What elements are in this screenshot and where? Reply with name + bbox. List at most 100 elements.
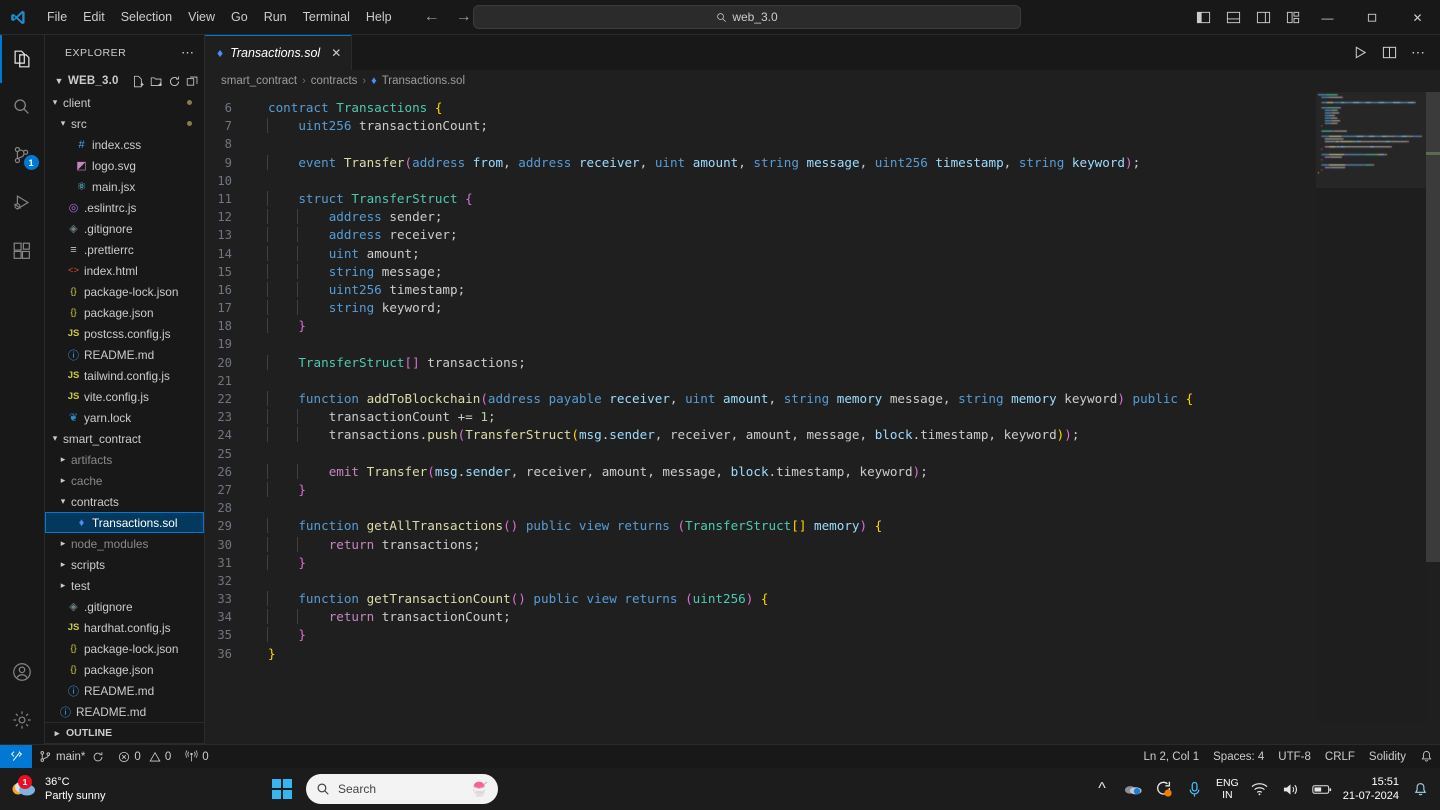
activitybar-item-extensions[interactable] bbox=[0, 227, 45, 275]
search-icon bbox=[14, 99, 29, 114]
tree-item-scripts[interactable]: ▸ scripts bbox=[45, 554, 204, 575]
tree-item-index-css[interactable]: # index.css bbox=[45, 134, 204, 155]
close-button[interactable]: ✕ bbox=[1395, 0, 1440, 35]
menu-selection[interactable]: Selection bbox=[113, 6, 180, 28]
tree-item-client[interactable]: ▾ client bbox=[45, 92, 204, 113]
minimize-button[interactable]: — bbox=[1305, 0, 1350, 35]
editor-scrollbar[interactable] bbox=[1426, 92, 1440, 722]
status-language-mode[interactable]: Solidity bbox=[1362, 745, 1413, 769]
status-branch[interactable]: main* bbox=[32, 745, 111, 769]
command-center-search[interactable]: web_3.0 bbox=[473, 5, 1021, 29]
status-ports[interactable]: 0 bbox=[178, 745, 215, 769]
menu-edit[interactable]: Edit bbox=[75, 6, 113, 28]
tree-item-gitignore[interactable]: ◈ .gitignore bbox=[45, 596, 204, 617]
new-file-icon[interactable] bbox=[132, 75, 145, 88]
wifi-icon[interactable] bbox=[1250, 782, 1270, 796]
tree-item-package-lock-json[interactable]: {} package-lock.json bbox=[45, 281, 204, 302]
language-indicator[interactable]: ENG IN bbox=[1216, 777, 1239, 801]
tree-item-index-html[interactable]: <> index.html bbox=[45, 260, 204, 281]
status-eol[interactable]: CRLF bbox=[1318, 745, 1362, 769]
breadcrumb-item-smart-contract[interactable]: smart_contract bbox=[221, 75, 297, 87]
menu-terminal[interactable]: Terminal bbox=[295, 6, 358, 28]
toggle-panel-icon[interactable] bbox=[1222, 7, 1244, 29]
toggle-primary-sidebar-icon[interactable] bbox=[1192, 7, 1214, 29]
maximize-button[interactable] bbox=[1350, 0, 1395, 35]
remote-window-icon[interactable] bbox=[0, 744, 32, 769]
line-number: 27 bbox=[217, 482, 232, 497]
activitybar-item-explorer[interactable] bbox=[0, 35, 45, 83]
tree-item-smart-contract[interactable]: ▾ smart_contract bbox=[45, 428, 204, 449]
run-code-icon[interactable] bbox=[1353, 45, 1368, 60]
tree-item-logo-svg[interactable]: ◩ logo.svg bbox=[45, 155, 204, 176]
onedrive-icon[interactable] bbox=[1123, 782, 1143, 796]
sidebar-panel-outline[interactable]: ▸ OUTLINE bbox=[45, 722, 204, 743]
status-indentation[interactable]: Spaces: 4 bbox=[1206, 745, 1271, 769]
menu-go[interactable]: Go bbox=[223, 6, 256, 28]
forward-arrow-icon[interactable]: → bbox=[456, 9, 472, 25]
split-editor-icon[interactable] bbox=[1382, 45, 1397, 60]
menu-file[interactable]: File bbox=[39, 6, 75, 28]
activitybar-item-source-control[interactable]: 1 bbox=[0, 131, 45, 179]
tree-item-prettierrc[interactable]: ≡ .prettierrc bbox=[45, 239, 204, 260]
workspace-root-row[interactable]: ▼ WEB_3.0 bbox=[45, 70, 204, 92]
minimap-slider[interactable] bbox=[1316, 92, 1426, 188]
activitybar-item-run-and-debug[interactable] bbox=[0, 179, 45, 227]
tree-item-test[interactable]: ▸ test bbox=[45, 575, 204, 596]
tree-item-tailwind-config-js[interactable]: JS tailwind.config.js bbox=[45, 365, 204, 386]
taskbar-search-box[interactable]: Search 🍧 bbox=[306, 774, 498, 804]
status-notifications[interactable] bbox=[1413, 745, 1440, 769]
refresh-icon[interactable] bbox=[168, 75, 181, 88]
status-problems[interactable]: 0 0 bbox=[111, 745, 178, 769]
activitybar-item-search[interactable] bbox=[0, 83, 45, 131]
tree-item-package-lock-json[interactable]: {} package-lock.json bbox=[45, 638, 204, 659]
tree-item-package-json[interactable]: {} package.json bbox=[45, 659, 204, 680]
tree-item-cache[interactable]: ▸ cache bbox=[45, 470, 204, 491]
close-icon[interactable]: ✕ bbox=[331, 46, 341, 60]
taskbar-clock[interactable]: 15:51 21-07-2024 bbox=[1343, 775, 1399, 803]
activitybar-item-accounts[interactable] bbox=[0, 648, 45, 696]
more-actions-icon[interactable]: ⋯ bbox=[1411, 44, 1426, 61]
code-editor[interactable]: 6 contract Transactions {7 uint256 transa… bbox=[205, 92, 1440, 722]
windows-start-button[interactable] bbox=[262, 769, 302, 809]
microphone-icon[interactable] bbox=[1185, 781, 1205, 798]
activitybar-item-manage[interactable] bbox=[0, 696, 45, 744]
scrollbar-thumb[interactable] bbox=[1426, 92, 1440, 562]
tree-item-contracts[interactable]: ▾ contracts bbox=[45, 491, 204, 512]
tree-item-src[interactable]: ▾ src bbox=[45, 113, 204, 134]
back-arrow-icon[interactable]: ← bbox=[424, 9, 440, 25]
status-cursor-position[interactable]: Ln 2, Col 1 bbox=[1137, 745, 1207, 769]
menu-help[interactable]: Help bbox=[358, 6, 400, 28]
new-folder-icon[interactable] bbox=[150, 75, 163, 88]
breadcrumb-item-contracts[interactable]: contracts bbox=[311, 75, 358, 87]
menu-run[interactable]: Run bbox=[256, 6, 295, 28]
tree-item-eslintrc-js[interactable]: ◎ .eslintrc.js bbox=[45, 197, 204, 218]
tree-item-gitignore[interactable]: ◈ .gitignore bbox=[45, 218, 204, 239]
update-icon[interactable] bbox=[1154, 780, 1174, 798]
code-line: 14 uint amount; bbox=[205, 245, 1440, 263]
breadcrumb-item-file[interactable]: Transactions.sol bbox=[382, 75, 465, 87]
tree-item-package-json[interactable]: {} package.json bbox=[45, 302, 204, 323]
tab-transactions-sol[interactable]: ♦ Transactions.sol ✕ bbox=[205, 35, 353, 70]
collapse-all-icon[interactable] bbox=[186, 75, 199, 88]
chevron-up-icon[interactable]: ^ bbox=[1092, 780, 1112, 798]
tree-item-transactions-sol[interactable]: ♦ Transactions.sol bbox=[45, 512, 204, 533]
battery-icon[interactable] bbox=[1312, 783, 1332, 796]
tree-item-readme-md[interactable]: ⓘ README.md bbox=[45, 701, 204, 722]
volume-icon[interactable] bbox=[1281, 782, 1301, 797]
tree-item-yarn-lock[interactable]: ❦ yarn.lock bbox=[45, 407, 204, 428]
toggle-secondary-sidebar-icon[interactable] bbox=[1252, 7, 1274, 29]
tree-item-readme-md[interactable]: ⓘ README.md bbox=[45, 680, 204, 701]
tree-item-postcss-config-js[interactable]: JS postcss.config.js bbox=[45, 323, 204, 344]
tree-item-artifacts[interactable]: ▸ artifacts bbox=[45, 449, 204, 470]
customize-layout-icon[interactable] bbox=[1282, 7, 1304, 29]
tree-item-vite-config-js[interactable]: JS vite.config.js bbox=[45, 386, 204, 407]
bell-icon[interactable] bbox=[1410, 782, 1430, 797]
menu-view[interactable]: View bbox=[180, 6, 223, 28]
tree-item-node-modules[interactable]: ▸ node_modules bbox=[45, 533, 204, 554]
tree-item-hardhat-config-js[interactable]: JS hardhat.config.js bbox=[45, 617, 204, 638]
taskbar-weather-widget[interactable]: 1 36°C Partly sunny bbox=[0, 775, 106, 803]
tree-item-readme-md[interactable]: ⓘ README.md bbox=[45, 344, 204, 365]
status-encoding[interactable]: UTF-8 bbox=[1271, 745, 1318, 769]
more-actions-icon[interactable]: ⋯ bbox=[181, 45, 195, 61]
tree-item-main-jsx[interactable]: ⚛ main.jsx bbox=[45, 176, 204, 197]
